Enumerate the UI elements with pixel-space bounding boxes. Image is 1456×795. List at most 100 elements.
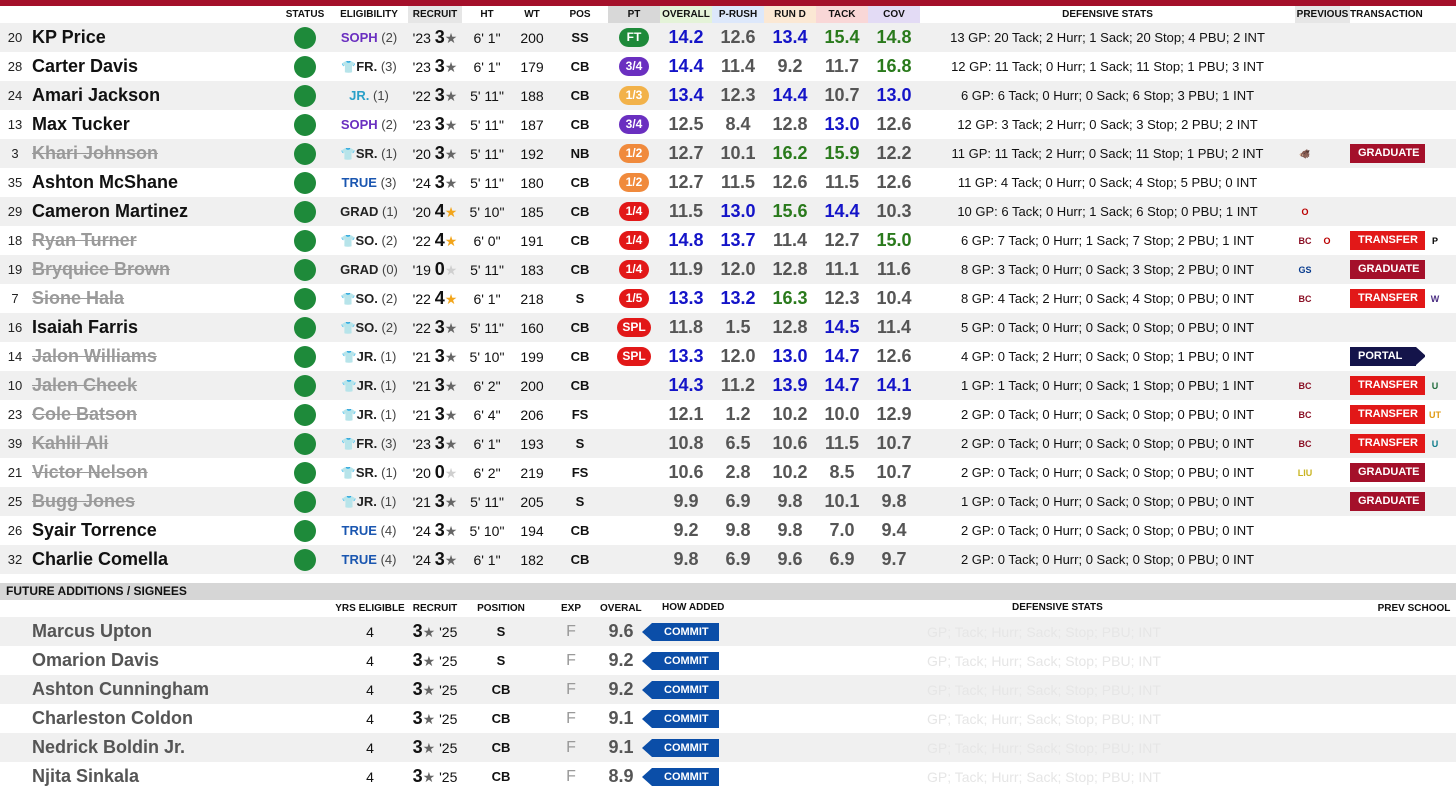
table-row[interactable]: 39 Kahlil Ali 👕FR. (3) '23 3★ 6' 1" 193 S 10.8 6…	[0, 429, 1456, 458]
player-name[interactable]: Jalon Williams	[30, 342, 280, 371]
player-name[interactable]: Cole Batson	[30, 400, 280, 429]
table-row[interactable]: 16 Isaiah Farris 👕SO. (2) '22 3★ 5' 11" 160 CB…	[0, 313, 1456, 342]
header-wt[interactable]: WT	[512, 6, 552, 23]
player-name[interactable]: Carter Davis	[30, 52, 280, 81]
signee-name[interactable]: Nedrick Boldin Jr.	[30, 733, 330, 762]
header-exp[interactable]: EXP	[542, 600, 600, 617]
list-item[interactable]: Marcus Upton 4 3★ '25 S F 9.6 COMMIT GP; Tack; …	[0, 617, 1456, 646]
signee-name[interactable]: Marcus Upton	[30, 617, 330, 646]
player-name[interactable]: Ashton McShane	[30, 168, 280, 197]
player-name[interactable]: Jalen Cheek	[30, 371, 280, 400]
transaction-tag[interactable]: TRANSFER	[1350, 231, 1425, 250]
header-tack[interactable]: TACK	[816, 6, 868, 23]
list-item[interactable]: Omarion Davis 4 3★ '25 S F 9.2 COMMIT GP; Tack;…	[0, 646, 1456, 675]
player-name[interactable]: Syair Torrence	[30, 516, 280, 545]
table-row[interactable]: 29 Cameron Martinez GRAD (1) '20 4★ 5' 10" 18…	[0, 197, 1456, 226]
commit-tag[interactable]: COMMIT	[642, 739, 719, 757]
header-pt[interactable]: PT	[608, 6, 660, 23]
list-item[interactable]: Njita Sinkala 4 3★ '25 CB F 8.9 COMMIT GP; Tack…	[0, 762, 1456, 791]
commit-tag[interactable]: COMMIT	[642, 768, 719, 786]
header-how-added[interactable]: HOW ADDED	[662, 602, 724, 613]
table-row[interactable]: 13 Max Tucker SOPH (2) '23 3★ 5' 11" 187 CB 3/4…	[0, 110, 1456, 139]
table-row[interactable]: 20 KP Price SOPH (2) '23 3★ 6' 1" 200 SS FT 14.2…	[0, 23, 1456, 52]
table-row[interactable]: 23 Cole Batson 👕JR. (1) '21 3★ 6' 4" 206 FS 12.…	[0, 400, 1456, 429]
player-name[interactable]: Charlie Comella	[30, 545, 280, 574]
signee-name[interactable]: Ashton Cunningham	[30, 675, 330, 704]
player-name[interactable]: Ryan Turner	[30, 226, 280, 255]
overall-grade: 9.2	[600, 675, 642, 704]
table-row[interactable]: 10 Jalen Cheek 👕JR. (1) '21 3★ 6' 2" 200 CB 14.…	[0, 371, 1456, 400]
table-row[interactable]: 26 Syair Torrence TRUE (4) '24 3★ 5' 10" 194 C…	[0, 516, 1456, 545]
signee-name[interactable]: Njita Sinkala	[30, 762, 330, 791]
header-prev-school[interactable]: PREV SCHOOL	[1372, 600, 1456, 617]
header-cov[interactable]: COV	[868, 6, 920, 23]
table-row[interactable]: 19 Bryquice Brown GRAD (0) '19 0★ 5' 11" 183 C…	[0, 255, 1456, 284]
signee-name[interactable]: Omarion Davis	[30, 646, 330, 675]
weight: 183	[512, 255, 552, 284]
table-row[interactable]: 28 Carter Davis 👕FR. (3) '23 3★ 6' 1" 179 CB 3/…	[0, 52, 1456, 81]
commit-tag[interactable]: COMMIT	[642, 623, 719, 641]
table-row[interactable]: 35 Ashton McShane TRUE (3) '24 3★ 5' 11" 180 C…	[0, 168, 1456, 197]
recruit-stars: 3	[434, 433, 445, 453]
player-name[interactable]: Kahlil Ali	[30, 429, 280, 458]
commit-tag[interactable]: COMMIT	[642, 681, 719, 699]
player-name[interactable]: KP Price	[30, 23, 280, 52]
table-row[interactable]: 3 Khari Johnson 👕SR. (1) '20 3★ 5' 11" 192 NB 1…	[0, 139, 1456, 168]
signee-name[interactable]: Charleston Coldon	[30, 704, 330, 733]
table-row[interactable]: 25 Bugg Jones 👕JR. (1) '21 3★ 5' 11" 205 S 9.9 6…	[0, 487, 1456, 516]
header-defensive-stats[interactable]: DEFENSIVE STATS	[920, 6, 1295, 23]
header-previous[interactable]: PREVIOUS	[1295, 6, 1350, 23]
list-item[interactable]: Nedrick Boldin Jr. 4 3★ '25 CB F 9.1 COMMIT GP;…	[0, 733, 1456, 762]
list-item[interactable]: Ashton Cunningham 4 3★ '25 CB F 9.2 COMMIT GP; …	[0, 675, 1456, 704]
player-name[interactable]: Cameron Martinez	[30, 197, 280, 226]
player-name[interactable]: Amari Jackson	[30, 81, 280, 110]
position: S	[552, 284, 608, 313]
header-transaction[interactable]: TRANSACTION	[1350, 6, 1425, 23]
header-overall[interactable]: OVERALL	[660, 6, 712, 23]
header-position[interactable]: POSITION	[460, 600, 542, 617]
transaction-tag[interactable]: GRADUATE	[1350, 260, 1425, 279]
header-eligibility[interactable]: ELIGIBILITY	[330, 6, 408, 23]
player-name[interactable]: Sione Hala	[30, 284, 280, 313]
transaction-tag[interactable]: GRADUATE	[1350, 463, 1425, 482]
table-row[interactable]: 21 Victor Nelson 👕SR. (1) '20 0★ 6' 2" 219 FS 1…	[0, 458, 1456, 487]
header-prush[interactable]: P-RUSH	[712, 6, 764, 23]
table-row[interactable]: 18 Ryan Turner 👕SO. (2) '22 4★ 6' 0" 191 CB 1/4…	[0, 226, 1456, 255]
player-name[interactable]: Khari Johnson	[30, 139, 280, 168]
table-row[interactable]: 32 Charlie Comella TRUE (4) '24 3★ 6' 1" 182 C…	[0, 545, 1456, 574]
commit-tag[interactable]: COMMIT	[642, 652, 719, 670]
placeholder-stats: GP; Tack; Hurr; Sack; Stop; PBU; INT	[927, 682, 1161, 698]
header-pos[interactable]: POS	[552, 6, 608, 23]
header-future-defensive-stats[interactable]: DEFENSIVE STATS	[1012, 602, 1103, 613]
table-row[interactable]: 7 Sione Hala 👕SO. (2) '22 4★ 6' 1" 218 S 1/5 13.…	[0, 284, 1456, 313]
grade-rund: 9.8	[764, 487, 816, 516]
player-name[interactable]: Max Tucker	[30, 110, 280, 139]
transaction-tag[interactable]: TRANSFER	[1350, 289, 1425, 308]
player-name[interactable]: Bugg Jones	[30, 487, 280, 516]
player-name[interactable]: Isaiah Farris	[30, 313, 280, 342]
transaction-cell: GRADUATE	[1350, 139, 1425, 168]
header-ht[interactable]: HT	[462, 6, 512, 23]
header-future-recruit[interactable]: RECRUIT	[410, 600, 460, 617]
transaction-tag[interactable]: GRADUATE	[1350, 492, 1425, 511]
table-row[interactable]: 24 Amari Jackson JR. (1) '22 3★ 5' 11" 188 CB 1…	[0, 81, 1456, 110]
header-status[interactable]: STATUS	[280, 6, 330, 23]
transaction-tag[interactable]: PORTAL	[1350, 347, 1425, 366]
header-yrs-eligible[interactable]: YRS ELIGIBLE	[330, 600, 410, 617]
header-future-overall[interactable]: OVERALL	[600, 600, 642, 617]
transaction-tag[interactable]: GRADUATE	[1350, 144, 1425, 163]
header-recruit[interactable]: RECRUIT	[408, 6, 462, 23]
future-header-row: YRS ELIGIBLE RECRUIT POSITION EXP OVERAL…	[0, 600, 1456, 617]
transaction-tag[interactable]: TRANSFER	[1350, 434, 1425, 453]
table-row[interactable]: 14 Jalon Williams 👕JR. (1) '21 3★ 5' 10" 199 C…	[0, 342, 1456, 371]
eligibility-year: GRAD	[340, 262, 379, 277]
height: 6' 1"	[462, 429, 512, 458]
list-item[interactable]: Charleston Coldon 4 3★ '25 CB F 9.1 COMMIT GP; …	[0, 704, 1456, 733]
transaction-tag[interactable]: TRANSFER	[1350, 405, 1425, 424]
transaction-tag[interactable]: TRANSFER	[1350, 376, 1425, 395]
commit-tag[interactable]: COMMIT	[642, 710, 719, 728]
header-rund[interactable]: RUN D	[764, 6, 816, 23]
playing-time-cell: 3/4	[608, 110, 660, 139]
player-name[interactable]: Victor Nelson	[30, 458, 280, 487]
player-name[interactable]: Bryquice Brown	[30, 255, 280, 284]
